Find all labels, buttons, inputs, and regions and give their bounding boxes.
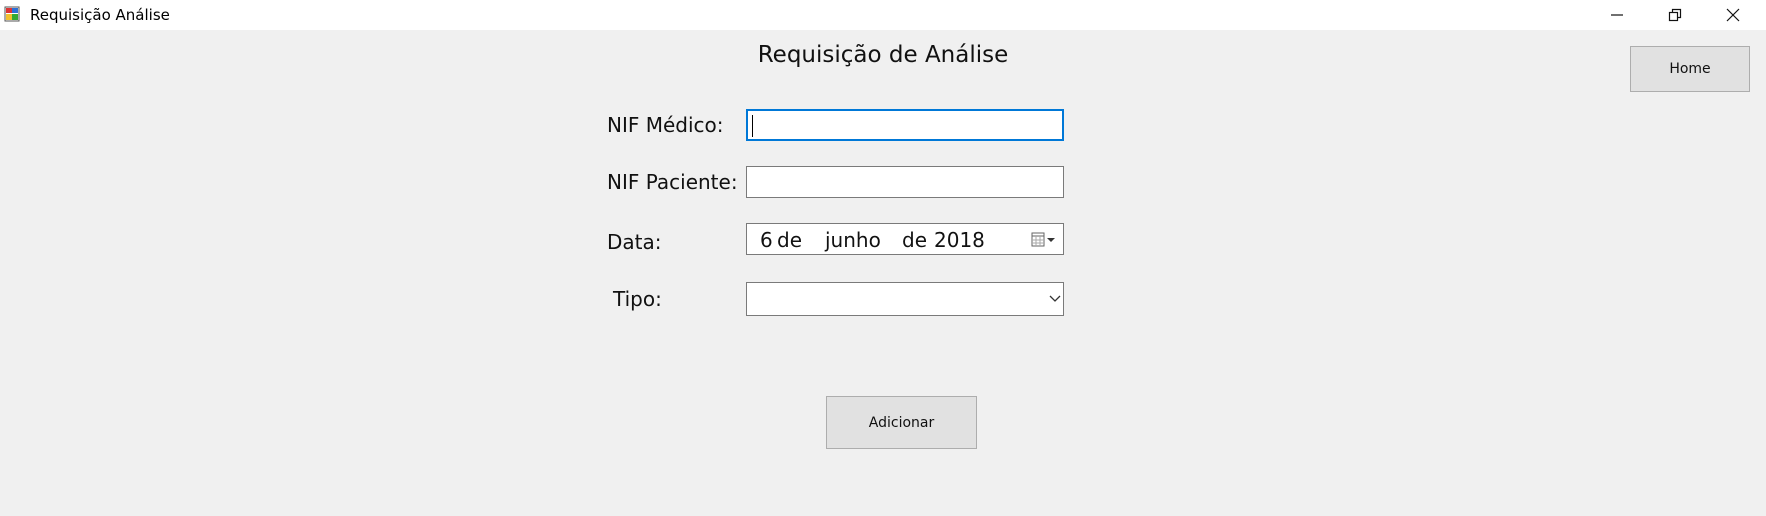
date-picker[interactable]: 6 de junho de 2018 <box>746 223 1064 255</box>
restore-icon <box>1668 8 1682 22</box>
minimize-button[interactable] <box>1588 0 1646 30</box>
nif-medico-input[interactable] <box>746 109 1064 141</box>
date-sep-2: de <box>902 228 927 252</box>
data-label: Data: <box>607 230 662 254</box>
window-titlebar: Requisição Análise <box>0 0 1766 30</box>
tipo-label: Tipo: <box>613 287 662 311</box>
minimize-icon <box>1611 14 1623 16</box>
nif-paciente-input[interactable] <box>746 166 1064 198</box>
text-caret <box>752 115 753 137</box>
adicionar-button[interactable]: Adicionar <box>826 396 977 449</box>
date-month[interactable]: junho <box>825 228 881 252</box>
chevron-down-icon <box>1049 295 1061 302</box>
tipo-select[interactable] <box>746 282 1064 316</box>
home-button[interactable]: Home <box>1630 46 1750 92</box>
restore-button[interactable] <box>1646 0 1704 30</box>
date-sep-1: de <box>777 228 802 252</box>
close-button[interactable] <box>1704 0 1762 30</box>
form-title: Requisição de Análise <box>757 42 1009 68</box>
app-window-icon <box>4 6 20 22</box>
close-icon <box>1726 8 1740 22</box>
calendar-dropdown-icon[interactable] <box>1031 232 1059 248</box>
date-day[interactable]: 6 <box>760 228 773 252</box>
date-year[interactable]: 2018 <box>934 228 985 252</box>
window-title: Requisição Análise <box>30 6 170 24</box>
nif-paciente-label: NIF Paciente: <box>607 170 738 194</box>
nif-medico-label: NIF Médico: <box>607 113 724 137</box>
